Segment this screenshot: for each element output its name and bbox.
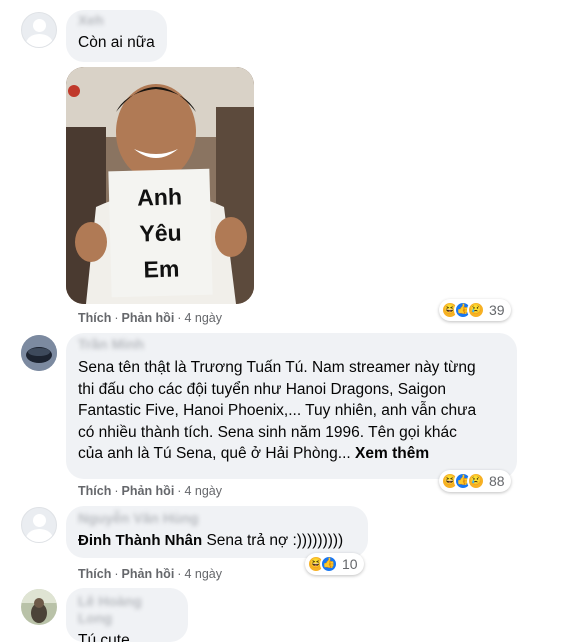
comment-author[interactable]: Trần Minh <box>78 336 505 353</box>
comment-line: của anh là Tú Sena, quê ở Hải Phòng... <box>78 445 351 462</box>
avatar-image <box>21 335 57 371</box>
reaction-count: 88 <box>489 473 505 489</box>
sad-icon: 😢 <box>467 472 485 490</box>
commenter-avatar[interactable] <box>21 589 57 625</box>
reply-link[interactable]: Phản hồi <box>122 484 175 498</box>
sign-line: Yêu <box>139 219 182 247</box>
comment-line: Sena tên thật là Trương Tuấn Tú. Nam str… <box>78 359 476 376</box>
comment-text: Tú cute <box>78 632 130 642</box>
comment-author[interactable]: Nguyễn Văn Hùng <box>78 510 356 527</box>
timestamp[interactable]: 4 ngày <box>184 567 222 581</box>
reaction-count: 39 <box>489 302 505 318</box>
reaction-summary[interactable]: 😆 👍 😢 39 <box>439 299 511 321</box>
see-more-link[interactable]: Xem thêm <box>355 445 429 462</box>
comment-bubble: Trần Minh Sena tên thật là Trương Tuấn T… <box>66 333 517 479</box>
comment-author[interactable]: Lê Hoàng Long <box>78 593 176 627</box>
comment-body: Sena trả nợ :))))))))) <box>206 532 344 549</box>
comment-line: thi đấu cho các đội tuyển như Hanoi Drag… <box>78 380 446 398</box>
photo-sign: Anh Yêu Em <box>108 168 213 298</box>
reply-link[interactable]: Phản hồi <box>122 311 175 325</box>
comment-text: Còn ai nữa <box>78 34 155 51</box>
comment-bubble: Xeh Còn ai nữa <box>66 10 167 62</box>
comment-actions: Thích · Phản hồi · 4 ngày <box>78 484 222 498</box>
like-icon: 👍 <box>320 555 338 573</box>
like-link[interactable]: Thích <box>78 567 111 581</box>
comment-line: có nhiều thành tích. Sena sinh năm 1996.… <box>78 423 457 441</box>
sign-line: Anh <box>136 183 183 211</box>
reply-link[interactable]: Phản hồi <box>122 567 175 581</box>
comment-bubble: Nguyễn Văn Hùng Đinh Thành Nhân Sena trả… <box>66 506 368 558</box>
reaction-count: 10 <box>342 556 358 572</box>
timestamp[interactable]: 4 ngày <box>184 311 222 325</box>
comment-photo[interactable]: Anh Yêu Em <box>66 67 254 304</box>
comment-actions: Thích · Phản hồi · 4 ngày <box>78 311 222 325</box>
comment-actions: Thích · Phản hồi · 4 ngày <box>78 567 222 581</box>
timestamp[interactable]: 4 ngày <box>184 484 222 498</box>
mentioned-user-link[interactable]: Đinh Thành Nhân <box>78 532 202 549</box>
avatar-image <box>21 589 57 625</box>
sad-icon: 😢 <box>467 301 485 319</box>
commenter-avatar[interactable] <box>21 335 57 371</box>
comment-line: Fantastic Five, Hanoi Phoenix,... Tuy nh… <box>78 402 477 419</box>
like-link[interactable]: Thích <box>78 484 111 498</box>
reaction-summary[interactable]: 😆 👍 😢 88 <box>439 470 511 492</box>
comment-bubble: Lê Hoàng Long Tú cute <box>66 588 188 642</box>
reaction-summary[interactable]: 😆 👍 10 <box>305 553 364 575</box>
commenter-avatar[interactable] <box>21 507 57 543</box>
like-link[interactable]: Thích <box>78 311 111 325</box>
comment-text: Đinh Thành Nhân Sena trả nợ :))))))))) <box>78 530 356 552</box>
commenter-avatar[interactable] <box>21 12 57 48</box>
comment-text: Sena tên thật là Trương Tuấn Tú. Nam str… <box>78 357 505 465</box>
comment-author[interactable]: Xeh <box>78 12 155 29</box>
comment-line-last: của anh là Tú Sena, quê ở Hải Phòng... X… <box>78 443 505 465</box>
sign-line: Em <box>143 255 180 283</box>
